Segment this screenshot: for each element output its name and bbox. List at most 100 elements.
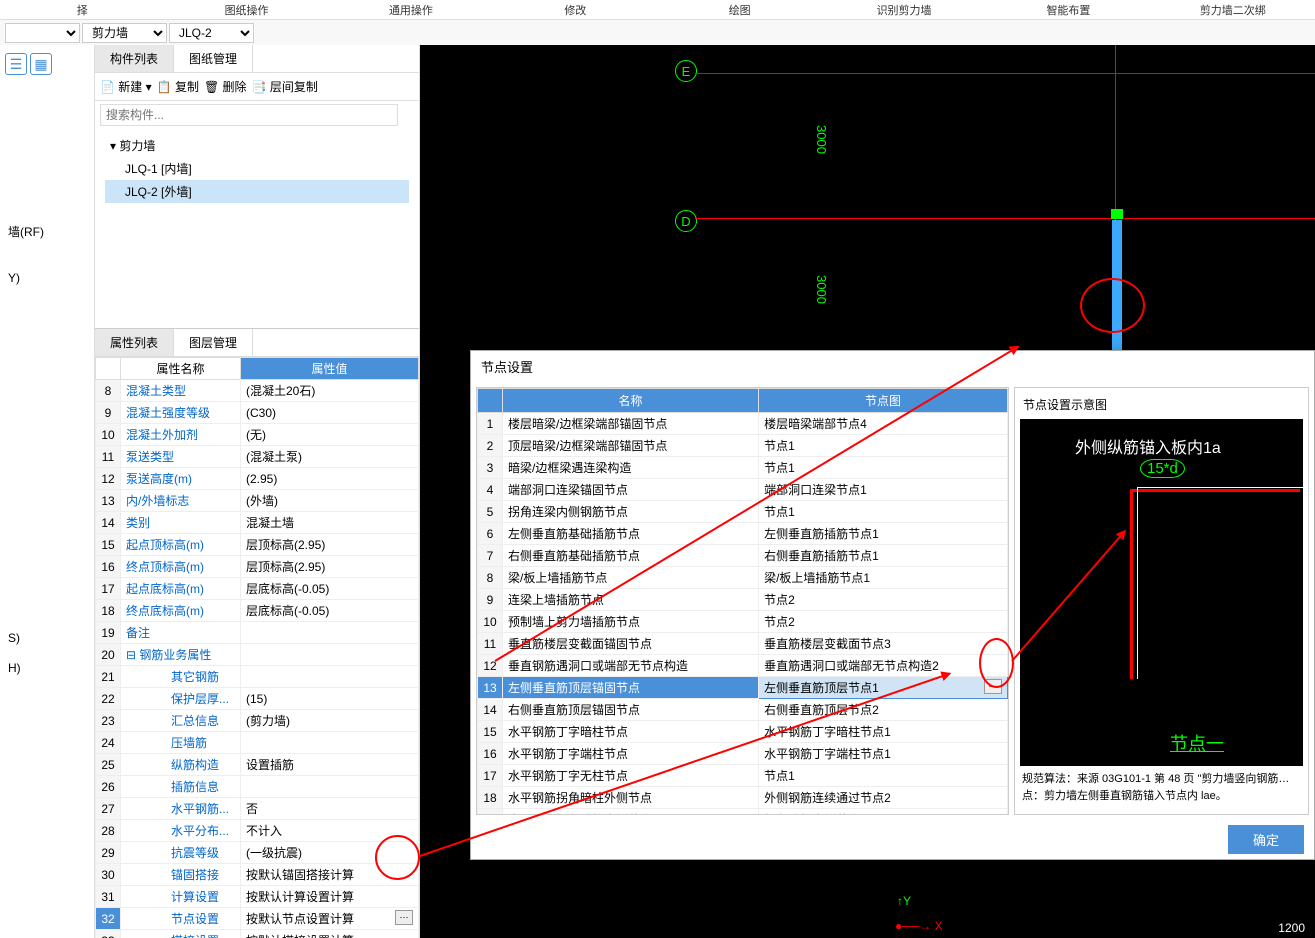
tab-layers[interactable]: 图层管理 xyxy=(174,329,253,356)
handle-icon[interactable] xyxy=(1111,209,1123,219)
component-panel: 构件列表 图纸管理 📄 新建 ▾ 📋 复制 🗑 删除 📑 层间复制 ▾ 剪力墙 … xyxy=(95,45,420,938)
property-row[interactable]: 31计算设置按默认计算设置计算 xyxy=(96,886,419,908)
selector-bar: 剪力墙 JLQ-2 xyxy=(0,20,1315,45)
ellipsis-button[interactable]: ⋯ xyxy=(984,679,1002,694)
node-row[interactable]: 12垂直钢筋遇洞口或端部无节点构造垂直筋遇洞口或端部无节点构造2 xyxy=(478,655,1008,677)
btn-layercopy[interactable]: 📑 层间复制 xyxy=(252,78,318,95)
component-tree: ▾ 剪力墙 JLQ-1 [内墙] JLQ-2 [外墙] xyxy=(95,129,419,208)
axis-indicator: ↑Y ●──→ X xyxy=(895,919,943,933)
node-row[interactable]: 16水平钢筋丁字端柱节点水平钢筋丁字端柱节点1 xyxy=(478,743,1008,765)
tree-item[interactable]: JLQ-1 [内墙] xyxy=(105,157,409,180)
preview-diagram: 外侧纵筋锚入板内1a 15*d 节点一 xyxy=(1020,419,1303,766)
search-input[interactable] xyxy=(100,104,398,126)
nav-item[interactable]: Y) xyxy=(0,268,94,288)
property-row[interactable]: 14类别混凝土墙 xyxy=(96,512,419,534)
menu-item[interactable]: 绘图 xyxy=(658,2,822,18)
list-view-icon[interactable]: ☰ xyxy=(5,53,27,75)
ellipsis-button[interactable]: ⋯ xyxy=(395,910,413,925)
tree-item-selected[interactable]: JLQ-2 [外墙] xyxy=(105,180,409,203)
property-row[interactable]: 28水平分布...不计入 xyxy=(96,820,419,842)
nav-item[interactable]: 墙(RF) xyxy=(0,220,94,243)
property-row[interactable]: 16终点顶标高(m)层顶标高(2.95) xyxy=(96,556,419,578)
node-row[interactable]: 3暗梁/边框梁遇连梁构造节点1 xyxy=(478,457,1008,479)
tab-drawing-mgmt[interactable]: 图纸管理 xyxy=(174,45,253,72)
preview-note: 规范算法：来源 03G101-1 第 48 页 "剪力墙竖向钢筋… 点：剪力墙左… xyxy=(1020,766,1303,809)
menu-item[interactable]: 剪力墙二次绑 xyxy=(1151,2,1315,18)
selector-a[interactable] xyxy=(5,23,80,43)
property-row[interactable]: 12泵送高度(m)(2.95) xyxy=(96,468,419,490)
property-row[interactable]: 19备注 xyxy=(96,622,419,644)
property-row[interactable]: 33搭接设置按默认搭接设置计算 xyxy=(96,930,419,938)
property-row[interactable]: 26插筋信息 xyxy=(96,776,419,798)
node-row[interactable]: 13左侧垂直筋顶层锚固节点左侧垂直筋顶层节点1⋯ xyxy=(478,677,1008,699)
node-row[interactable]: 1楼层暗梁/边框梁端部锚固节点楼层暗梁端部节点4 xyxy=(478,413,1008,435)
node-row[interactable]: 15水平钢筋丁字暗柱节点水平钢筋丁字暗柱节点1 xyxy=(478,721,1008,743)
node-row[interactable]: 18水平钢筋拐角暗柱外侧节点外侧钢筋连续通过节点2 xyxy=(478,787,1008,809)
node-row[interactable]: 11垂直筋楼层变截面锚固节点垂直筋楼层变截面节点3 xyxy=(478,633,1008,655)
property-row[interactable]: 24压墙筋 xyxy=(96,732,419,754)
property-row[interactable]: 8混凝土类型(混凝土20石) xyxy=(96,380,419,402)
node-settings-dialog: 节点设置 名称节点图 1楼层暗梁/边框梁端部锚固节点楼层暗梁端部节点42顶层暗梁… xyxy=(470,350,1315,860)
axis-label-d: D xyxy=(675,210,697,232)
ok-button[interactable]: 确定 xyxy=(1228,825,1304,854)
property-row[interactable]: 25纵筋构造设置插筋 xyxy=(96,754,419,776)
node-row[interactable]: 4端部洞口连梁锚固节点端部洞口连梁节点1 xyxy=(478,479,1008,501)
node-row[interactable]: 17水平钢筋丁字无柱节点节点1 xyxy=(478,765,1008,787)
node-row[interactable]: 8梁/板上墙插筋节点梁/板上墙插筋节点1 xyxy=(478,567,1008,589)
node-row[interactable]: 19水平钢筋拐角暗柱内侧节点拐角暗柱内侧节点3 xyxy=(478,809,1008,816)
property-row[interactable]: 32节点设置按默认节点设置计算⋯ xyxy=(96,908,419,930)
dialog-title: 节点设置 xyxy=(471,351,1314,382)
wall-element[interactable] xyxy=(1112,220,1122,355)
nav-item[interactable]: S) xyxy=(0,628,94,648)
property-row[interactable]: 15起点顶标高(m)层顶标高(2.95) xyxy=(96,534,419,556)
node-row[interactable]: 10预制墙上剪力墙插筋节点节点2 xyxy=(478,611,1008,633)
property-panel: 属性列表 图层管理 属性名称属性值 8混凝土类型(混凝土20石)9混凝土强度等级… xyxy=(95,328,419,938)
node-preview-panel: 节点设置示意图 外侧纵筋锚入板内1a 15*d 节点一 规范算法：来源 03G1… xyxy=(1014,387,1309,815)
selector-type[interactable]: 剪力墙 xyxy=(82,23,167,43)
grid-view-icon[interactable]: ▦ xyxy=(30,53,52,75)
property-row[interactable]: 29抗震等级(一级抗震) xyxy=(96,842,419,864)
btn-delete[interactable]: 🗑 删除 xyxy=(204,78,247,95)
property-row[interactable]: 10混凝土外加剂(无) xyxy=(96,424,419,446)
dimension-label: 3000 xyxy=(814,125,829,154)
selector-component[interactable]: JLQ-2 xyxy=(169,23,254,43)
axis-label-e: E xyxy=(675,60,697,82)
property-row[interactable]: 30锚固搭接按默认锚固搭接计算 xyxy=(96,864,419,886)
property-row[interactable]: 17起点底标高(m)层底标高(-0.05) xyxy=(96,578,419,600)
left-nav: ☰ ▦ 墙(RF) Y) S) H) xyxy=(0,45,95,938)
property-row[interactable]: 22保护层厚...(15) xyxy=(96,688,419,710)
property-row[interactable]: 18终点底标高(m)层底标高(-0.05) xyxy=(96,600,419,622)
node-label: 节点一 xyxy=(1170,730,1224,756)
property-row[interactable]: 23汇总信息(剪力墙) xyxy=(96,710,419,732)
menu-item[interactable]: 通用操作 xyxy=(329,2,493,18)
tab-properties[interactable]: 属性列表 xyxy=(95,329,174,356)
col-value: 属性值 xyxy=(241,358,419,380)
menu-item[interactable]: 识别剪力墙 xyxy=(822,2,986,18)
node-row[interactable]: 9连梁上墙插筋节点节点2 xyxy=(478,589,1008,611)
tree-root[interactable]: ▾ 剪力墙 xyxy=(105,134,409,157)
node-row[interactable]: 14右侧垂直筋顶层锚固节点右侧垂直筋顶层节点2 xyxy=(478,699,1008,721)
btn-new[interactable]: 📄 新建 ▾ xyxy=(100,78,152,95)
menu-item[interactable]: 择 xyxy=(0,2,164,18)
property-row[interactable]: 21其它钢筋 xyxy=(96,666,419,688)
property-row[interactable]: 9混凝土强度等级(C30) xyxy=(96,402,419,424)
coordinate-readout: 1200 xyxy=(1278,921,1305,935)
property-table: 属性名称属性值 8混凝土类型(混凝土20石)9混凝土强度等级(C30)10混凝土… xyxy=(95,357,419,938)
nav-item[interactable]: H) xyxy=(0,658,94,678)
property-row[interactable]: 13内/外墙标志(外墙) xyxy=(96,490,419,512)
node-row[interactable]: 7右侧垂直筋基础插筋节点右侧垂直筋插筋节点1 xyxy=(478,545,1008,567)
col-name: 属性名称 xyxy=(121,358,241,380)
menu-item[interactable]: 修改 xyxy=(493,2,657,18)
menu-item[interactable]: 智能布置 xyxy=(986,2,1150,18)
btn-copy[interactable]: 📋 复制 xyxy=(157,78,199,95)
property-row[interactable]: 20⊟ 钢筋业务属性 xyxy=(96,644,419,666)
node-row[interactable]: 5拐角连梁内侧钢筋节点节点1 xyxy=(478,501,1008,523)
node-table: 名称节点图 1楼层暗梁/边框梁端部锚固节点楼层暗梁端部节点42顶层暗梁/边框梁端… xyxy=(476,387,1009,815)
menu-item[interactable]: 图纸操作 xyxy=(164,2,328,18)
node-row[interactable]: 2顶层暗梁/边框梁端部锚固节点节点1 xyxy=(478,435,1008,457)
tab-component-list[interactable]: 构件列表 xyxy=(95,45,174,72)
node-row[interactable]: 6左侧垂直筋基础插筋节点左侧垂直筋插筋节点1 xyxy=(478,523,1008,545)
property-row[interactable]: 27水平钢筋...否 xyxy=(96,798,419,820)
col-node-name: 名称 xyxy=(503,389,759,413)
property-row[interactable]: 11泵送类型(混凝土泵) xyxy=(96,446,419,468)
